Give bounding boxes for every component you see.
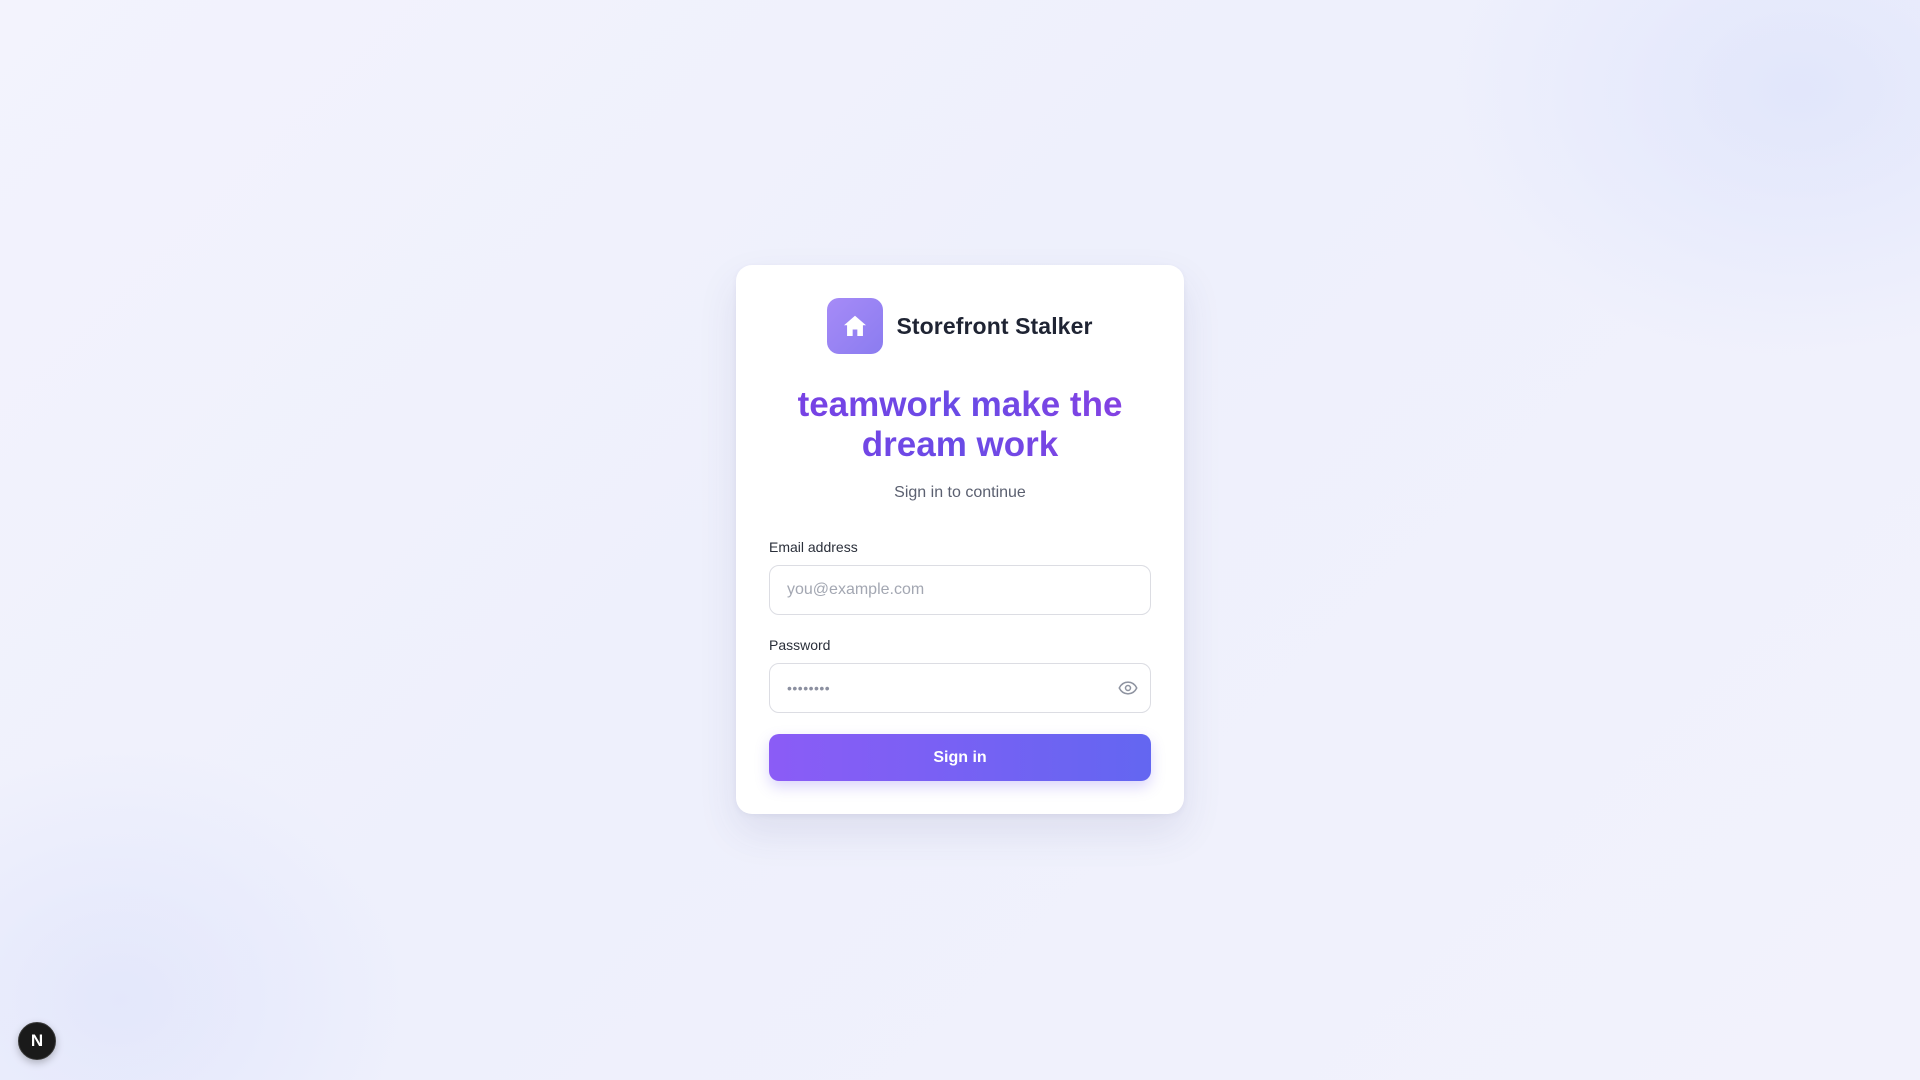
subtitle: Sign in to continue <box>894 484 1026 501</box>
home-icon <box>827 298 884 354</box>
password-field[interactable] <box>770 664 1150 712</box>
login-card: Storefront Stalker teamwork make the dre… <box>736 265 1184 814</box>
headline: teamwork make the dream work <box>756 385 1164 465</box>
brand-header: Storefront Stalker <box>736 298 1184 354</box>
email-field-wrapper <box>769 565 1151 615</box>
eye-icon[interactable] <box>1118 678 1138 698</box>
nextjs-icon[interactable]: N <box>18 1022 56 1060</box>
email-label: Email address <box>769 539 858 555</box>
email-field[interactable] <box>770 566 1150 614</box>
app-name: Storefront Stalker <box>896 312 1093 339</box>
password-label: Password <box>769 637 831 653</box>
sign-in-button[interactable]: Sign in <box>769 734 1151 781</box>
password-field-wrapper: •••••••• <box>769 663 1151 713</box>
